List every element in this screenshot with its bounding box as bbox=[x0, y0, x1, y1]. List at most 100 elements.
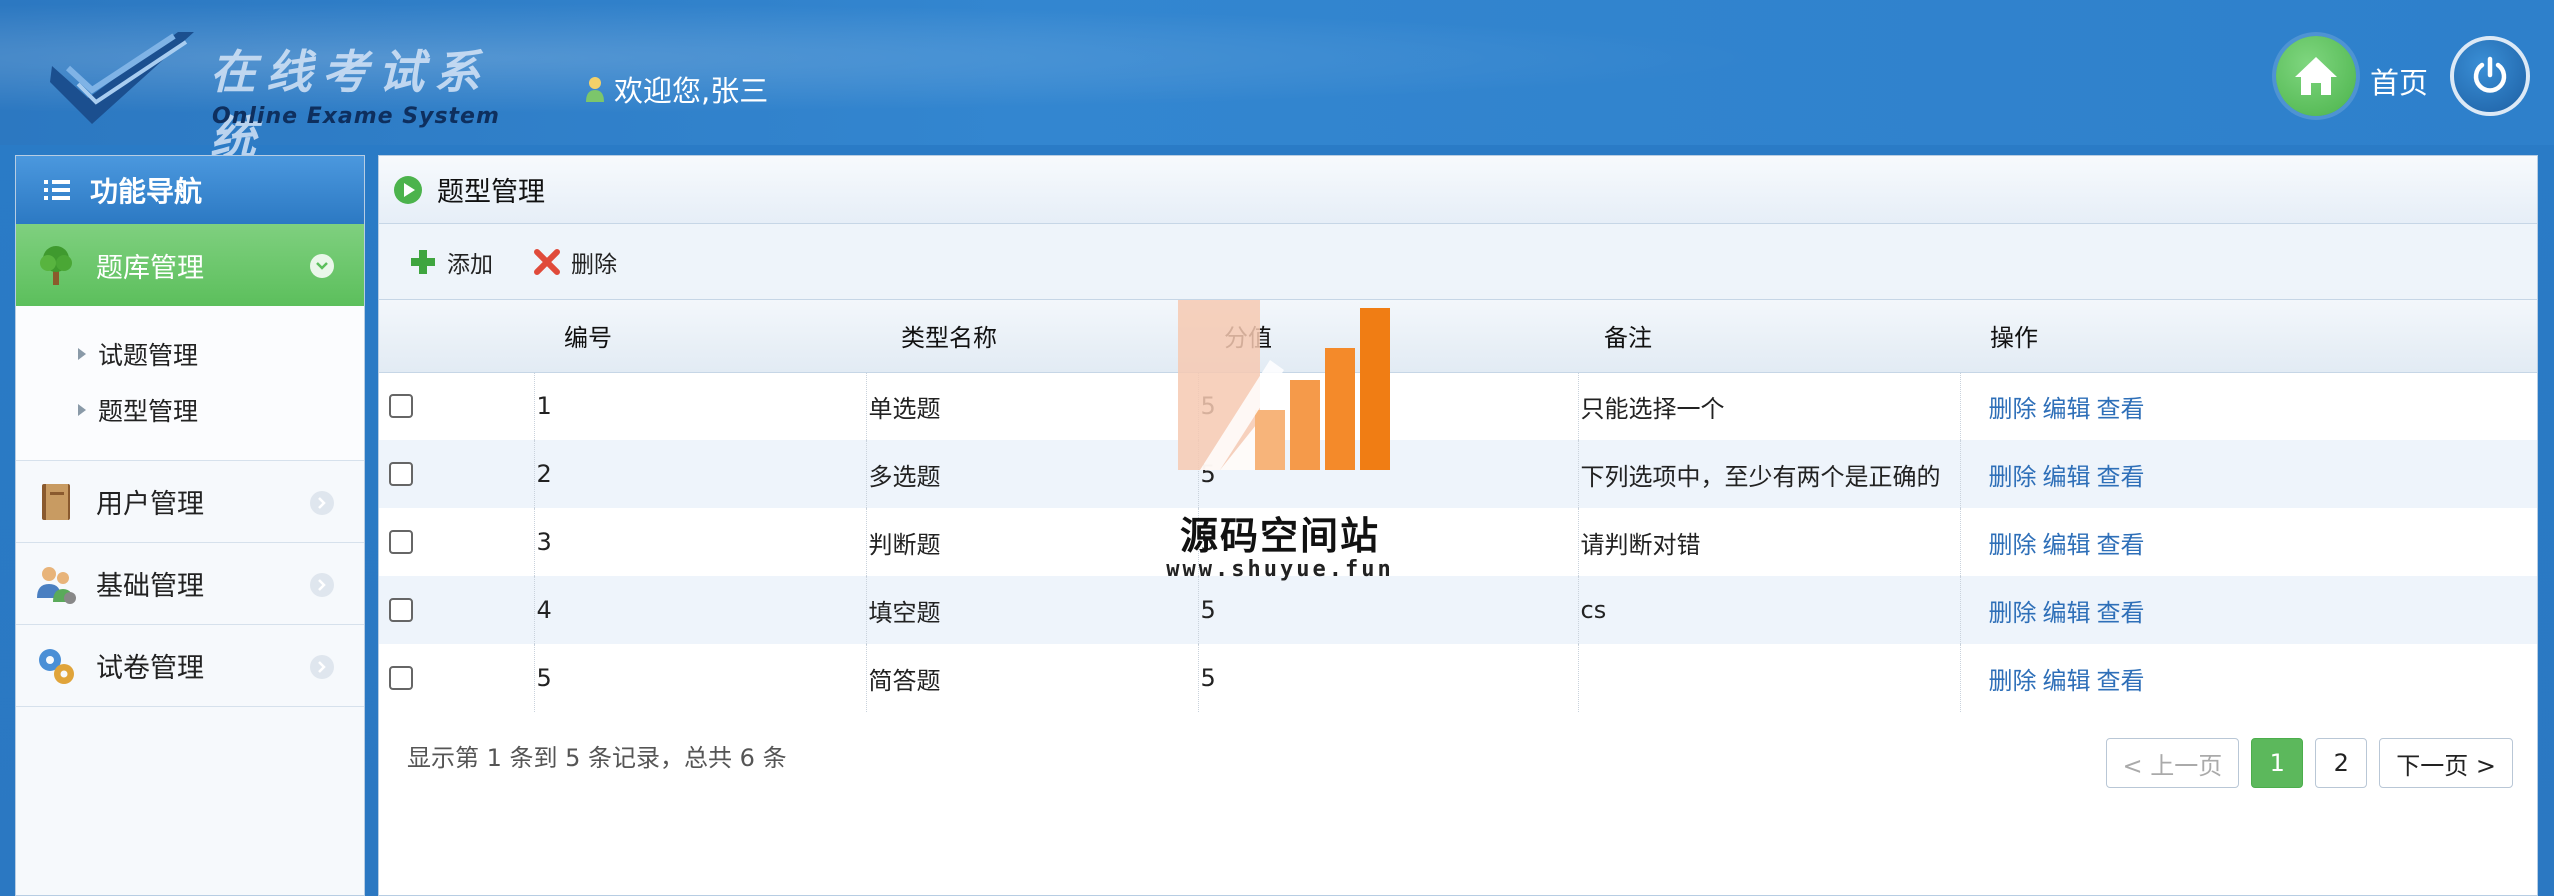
table-header-row: 编号 类型名称 分值 备注 操作 bbox=[379, 300, 2537, 373]
close-icon bbox=[534, 248, 560, 275]
chevron-down-icon[interactable] bbox=[310, 254, 334, 278]
table-row: 1 单选题 5 只能选择一个 删除 编辑 查看 bbox=[379, 372, 2537, 440]
cell-type-name: 判断题 bbox=[866, 508, 1199, 576]
home-button[interactable] bbox=[2276, 36, 2356, 116]
welcome-text: 欢迎您,张三 bbox=[614, 74, 769, 108]
row-view-link[interactable]: 查看 bbox=[2097, 395, 2145, 423]
column-header-select bbox=[379, 300, 534, 373]
cell-remark: cs bbox=[1578, 576, 1961, 644]
cell-actions: 删除 编辑 查看 bbox=[1960, 576, 2537, 644]
plus-icon bbox=[411, 249, 435, 274]
logout-button[interactable] bbox=[2450, 36, 2530, 116]
page-2-button[interactable]: 2 bbox=[2315, 738, 2368, 788]
cell-id: 4 bbox=[534, 576, 867, 644]
sidebar: 功能导航 题库管理 试题管理 题型管理 用户管理 基础管理 试卷管理 bbox=[15, 155, 365, 896]
table-row: 3 判断题 5 请判断对错 删除 编辑 查看 bbox=[379, 508, 2537, 576]
row-checkbox[interactable] bbox=[389, 666, 413, 690]
user-icon bbox=[586, 77, 604, 102]
page-1-button[interactable]: 1 bbox=[2251, 738, 2304, 788]
row-view-link[interactable]: 查看 bbox=[2097, 599, 2145, 627]
row-checkbox[interactable] bbox=[389, 598, 413, 622]
list-icon bbox=[44, 180, 70, 200]
cell-type-name: 多选题 bbox=[866, 440, 1199, 508]
pagination-bar: 显示第 1 条到 5 条记录，总共 6 条 < 上一页 1 2 下一页 > bbox=[379, 726, 2537, 796]
column-header-type-name[interactable]: 类型名称 bbox=[866, 300, 1198, 373]
row-edit-link[interactable]: 编辑 bbox=[2043, 531, 2091, 559]
row-delete-link[interactable]: 删除 bbox=[1989, 599, 2037, 627]
cell-actions: 删除 编辑 查看 bbox=[1960, 508, 2537, 576]
column-header-score[interactable]: 分值 bbox=[1198, 300, 1578, 373]
cell-remark: 只能选择一个 bbox=[1578, 372, 1961, 440]
cell-remark bbox=[1578, 644, 1961, 712]
cell-type-name: 填空题 bbox=[866, 576, 1199, 644]
add-label: 添加 bbox=[447, 251, 493, 278]
column-header-actions: 操作 bbox=[1960, 300, 2537, 373]
cell-id: 3 bbox=[534, 508, 867, 576]
cell-score: 5 bbox=[1198, 440, 1579, 508]
main-panel: 题型管理 添加 删除 编号 类型名称 分值 备注 操作 1 单选题 5 只能选择… bbox=[378, 155, 2538, 896]
delete-label: 删除 bbox=[571, 251, 617, 278]
logo-chinese-text: 在线考试系统 bbox=[210, 45, 490, 165]
power-icon bbox=[2473, 56, 2507, 93]
logo-english-text: Online Exame System bbox=[212, 104, 500, 129]
sidebar-item-question-type-manage[interactable]: 题型管理 bbox=[16, 382, 364, 438]
nav-group-basic-manage[interactable]: 基础管理 bbox=[16, 543, 364, 625]
chevron-right-icon[interactable] bbox=[310, 655, 334, 679]
sidebar-item-label: 试题管理 bbox=[98, 341, 199, 370]
cell-id: 2 bbox=[534, 440, 867, 508]
nav-group-label: 基础管理 bbox=[96, 571, 204, 602]
column-header-remark[interactable]: 备注 bbox=[1578, 300, 1960, 373]
question-type-table: 编号 类型名称 分值 备注 操作 1 单选题 5 只能选择一个 删除 编辑 查看 2 bbox=[379, 300, 2537, 712]
cell-type-name: 单选题 bbox=[866, 372, 1199, 440]
cell-remark: 下列选项中，至少有两个是正确的 bbox=[1578, 440, 1961, 508]
chevron-right-icon[interactable] bbox=[310, 573, 334, 597]
chevron-right-icon[interactable] bbox=[310, 491, 334, 515]
row-edit-link[interactable]: 编辑 bbox=[2043, 667, 2091, 695]
column-header-id[interactable]: 编号 bbox=[534, 300, 866, 373]
records-info: 显示第 1 条到 5 条记录，总共 6 条 bbox=[407, 744, 787, 772]
cell-id: 5 bbox=[534, 644, 867, 712]
row-delete-link[interactable]: 删除 bbox=[1989, 531, 2037, 559]
row-edit-link[interactable]: 编辑 bbox=[2043, 395, 2091, 423]
cell-remark: 请判断对错 bbox=[1578, 508, 1961, 576]
row-edit-link[interactable]: 编辑 bbox=[2043, 599, 2091, 627]
sidebar-item-question-manage[interactable]: 试题管理 bbox=[16, 326, 364, 382]
row-edit-link[interactable]: 编辑 bbox=[2043, 463, 2091, 491]
row-delete-link[interactable]: 删除 bbox=[1989, 395, 2037, 423]
page-title: 题型管理 bbox=[437, 177, 545, 208]
nav-group-label: 用户管理 bbox=[96, 489, 204, 520]
home-link[interactable]: 首页 bbox=[2370, 60, 2428, 102]
cell-id: 1 bbox=[534, 372, 867, 440]
nav-group-question-bank[interactable]: 题库管理 bbox=[16, 224, 364, 306]
row-checkbox[interactable] bbox=[389, 394, 413, 419]
row-view-link[interactable]: 查看 bbox=[2097, 531, 2145, 559]
row-view-link[interactable]: 查看 bbox=[2097, 667, 2145, 695]
prev-page-button[interactable]: < 上一页 bbox=[2105, 738, 2240, 788]
app-logo: 在线考试系统 Online Exame System bbox=[48, 20, 518, 165]
panel-title-bar: 题型管理 bbox=[379, 156, 2537, 224]
nav-group-label: 题库管理 bbox=[96, 252, 204, 284]
cell-score: 5 bbox=[1198, 576, 1579, 644]
row-delete-link[interactable]: 删除 bbox=[1989, 463, 2037, 491]
row-checkbox[interactable] bbox=[389, 462, 413, 486]
table-row: 5 简答题 5 删除 编辑 查看 bbox=[379, 644, 2537, 712]
nav-group-paper-manage[interactable]: 试卷管理 bbox=[16, 625, 364, 707]
question-bank-submenu: 试题管理 题型管理 bbox=[16, 306, 364, 461]
users-icon bbox=[37, 566, 76, 604]
cell-type-name: 简答题 bbox=[866, 644, 1199, 712]
sidebar-header: 功能导航 bbox=[16, 156, 364, 224]
cell-score: 5 bbox=[1198, 644, 1579, 712]
delete-button[interactable]: 删除 bbox=[533, 245, 617, 279]
welcome-message: 欢迎您,张三 bbox=[584, 68, 768, 110]
row-view-link[interactable]: 查看 bbox=[2097, 463, 2145, 491]
table-row: 4 填空题 5 cs 删除 编辑 查看 bbox=[379, 576, 2537, 644]
next-page-button[interactable]: 下一页 > bbox=[2379, 738, 2513, 788]
nav-group-user-manage[interactable]: 用户管理 bbox=[16, 461, 364, 543]
cell-actions: 删除 编辑 查看 bbox=[1960, 644, 2537, 712]
sidebar-item-label: 题型管理 bbox=[98, 397, 199, 426]
row-delete-link[interactable]: 删除 bbox=[1989, 667, 2037, 695]
gears-icon bbox=[39, 648, 74, 684]
sidebar-title: 功能导航 bbox=[90, 175, 203, 208]
add-button[interactable]: 添加 bbox=[409, 245, 493, 279]
row-checkbox[interactable] bbox=[389, 530, 413, 554]
